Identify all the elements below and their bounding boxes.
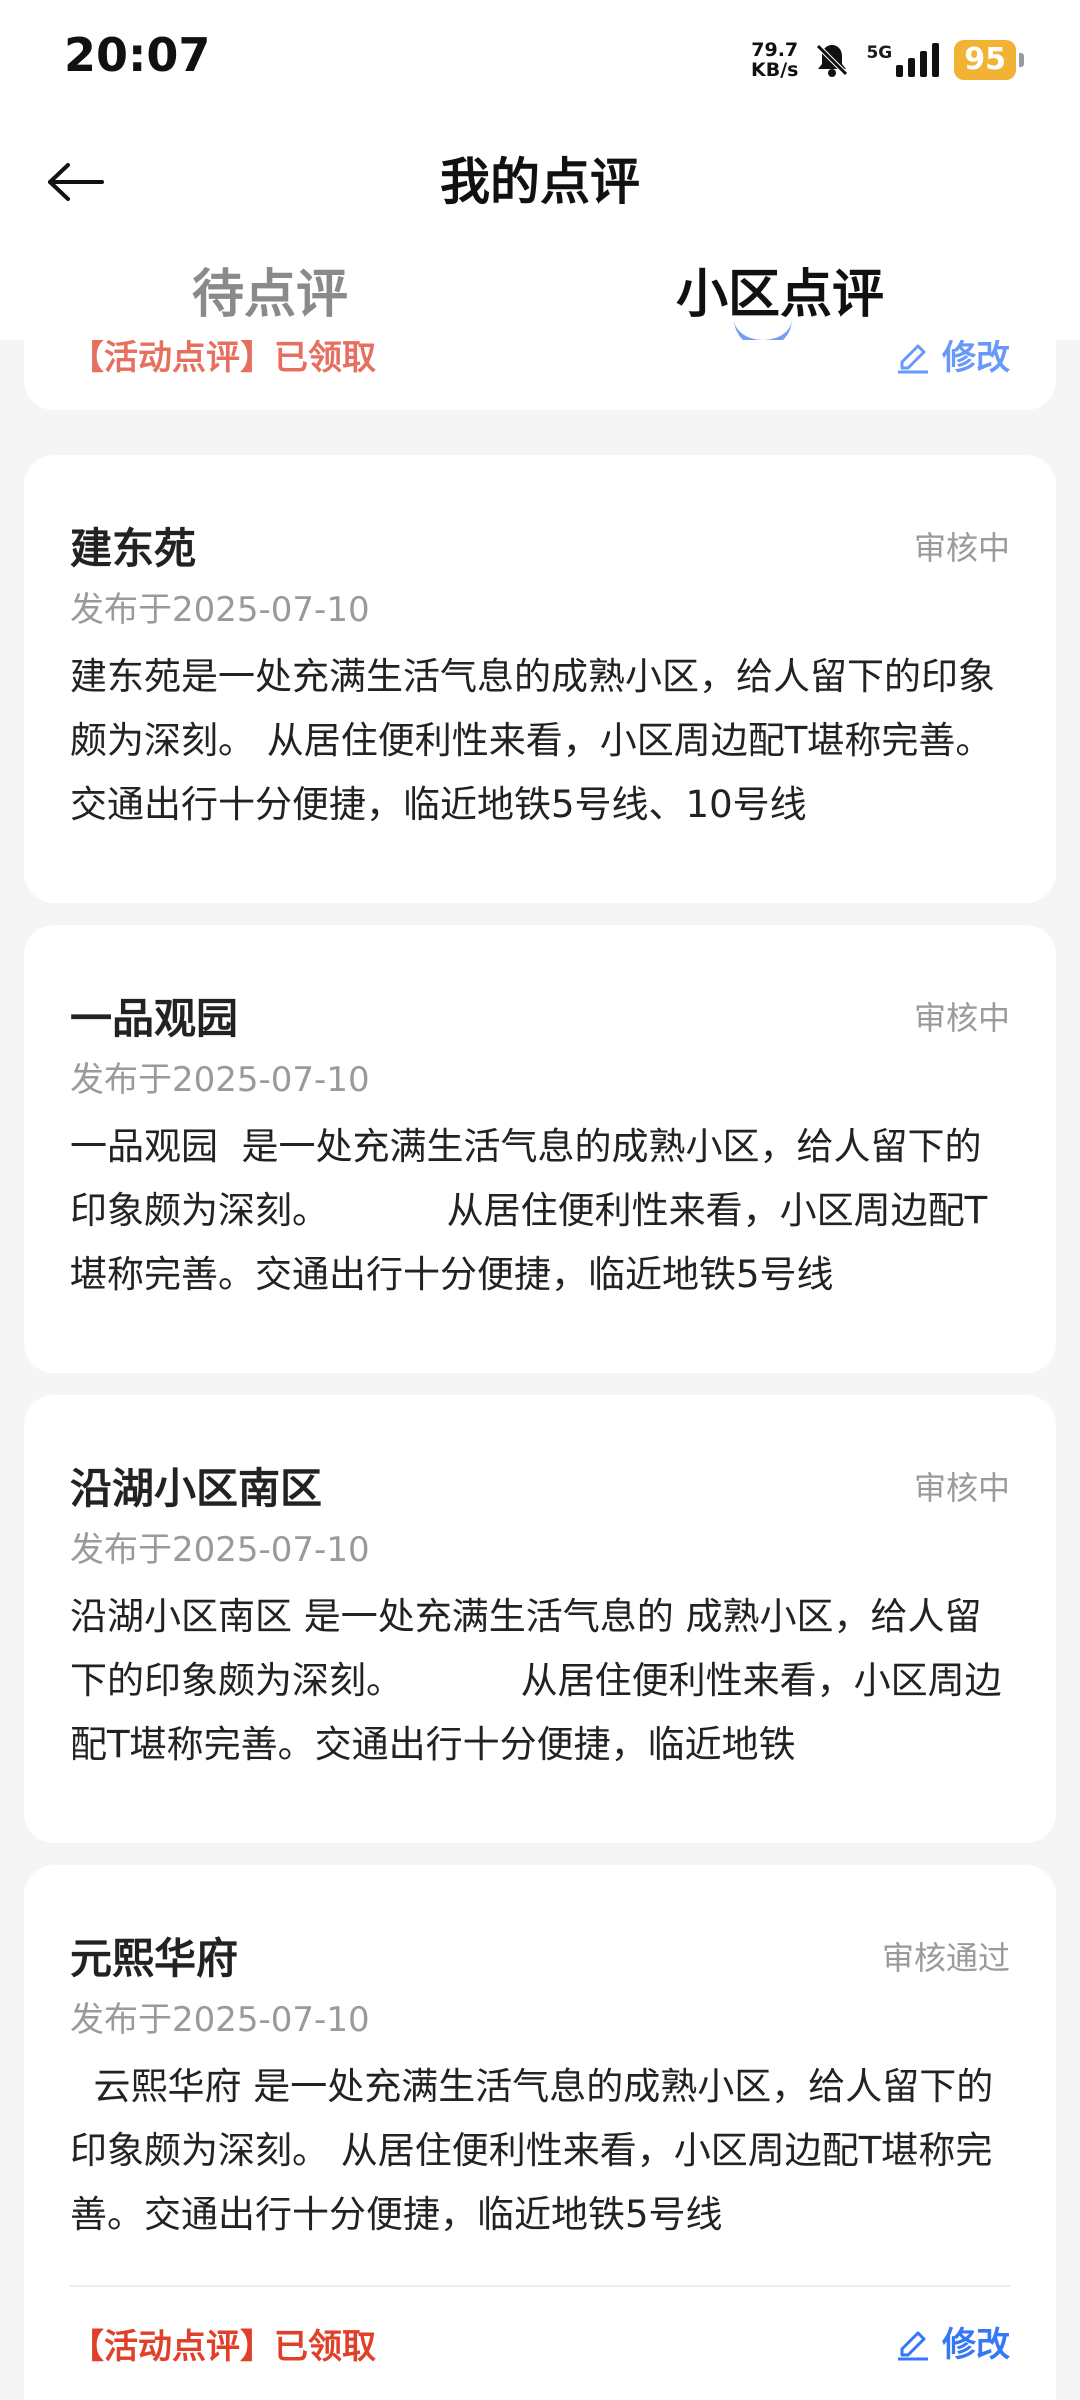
community-name: 沿湖小区南区 [70,1464,323,1513]
activity-tag: 【活动点评】已领取 [70,340,376,378]
status-time: 20:07 [64,28,211,82]
review-card[interactable]: 元熙华府 审核通过 发布于2025-07-10 云熙华府 是一处充满生活气息的成… [24,1865,1056,2400]
community-name: 元熙华府 [70,1934,239,1983]
edit-icon [898,344,928,373]
network-type: 5G [866,43,893,63]
publish-date: 发布于2025-07-10 [70,2000,370,2040]
review-status: 审核中 [913,1469,1010,1507]
status-icons: 79.7 KB/s 5G 95 [751,32,1024,88]
review-text: 建东苑是一处充满生活气息的成熟小区，给人留下的印象颇为深刻。 从居住便利性来看，… [70,655,995,826]
app-header: 我的点评 待点评 小区点评 [0,120,1080,348]
signal-icon: 5G [866,43,940,77]
battery-level: 95 [954,40,1016,80]
battery-cap [1019,53,1024,67]
network-speed: 79.7 KB/s [751,40,798,80]
publish-date: 发布于2025-07-10 [70,590,370,630]
edit-button[interactable]: 修改 [894,2317,1010,2366]
status-bar: 20:07 79.7 KB/s 5G 95 [0,0,1080,120]
network-speed-value: 79.7 [751,39,799,61]
card-divider [70,2285,1010,2287]
review-card[interactable]: 建东苑 审核中 发布于2025-07-10 建东苑是一处充满生活气息的成熟小区，… [24,455,1056,903]
publish-date: 发布于2025-07-10 [70,1530,370,1570]
edit-button[interactable]: 修改 [894,340,1010,379]
edit-icon [898,2331,928,2360]
review-status: 审核中 [913,529,1010,567]
review-list[interactable]: 【活动点评】已领取 修改 建东苑 审核中 发布于2025-07-10 建东苑是一… [0,340,1080,2400]
review-card[interactable]: 沿湖小区南区 审核中 发布于2025-07-10 沿湖小区南区 是一处充满生活气… [24,1395,1056,1843]
review-status: 审核中 [913,999,1010,1037]
review-status: 审核通过 [881,1939,1010,1977]
review-text: 沿湖小区南区 是一处充满生活气息的 成熟小区，给人留下的印象颇为深刻。 从居住便… [70,1595,1002,1766]
network-speed-unit: KB/s [750,59,799,81]
tab-bar: 待点评 小区点评 [0,260,1080,340]
tab-pending-review[interactable]: 待点评 [0,260,540,330]
community-name: 一品观园 [70,994,239,1043]
community-name: 建东苑 [70,524,197,573]
publish-date: 发布于2025-07-10 [70,1060,370,1100]
mute-bell-icon [812,40,852,80]
review-text: 一品观园 是一处充满生活气息的成熟小区，给人留下的印象颇为深刻。 从居住便利性来… [70,1125,988,1296]
review-card[interactable]: 一品观园 审核中 发布于2025-07-10 一品观园 是一处充满生活气息的成熟… [24,925,1056,1373]
battery-indicator: 95 [954,40,1024,80]
review-card-partial: 【活动点评】已领取 修改 [24,340,1056,410]
edit-label: 修改 [942,340,1010,378]
review-text: 云熙华府 是一处充满生活气息的成熟小区，给人留下的印象颇为深刻。 从居住便利性来… [70,2065,994,2236]
page-title: 我的点评 [440,153,640,211]
edit-label: 修改 [942,2325,1010,2365]
activity-tag: 【活动点评】已领取 [70,2327,376,2367]
